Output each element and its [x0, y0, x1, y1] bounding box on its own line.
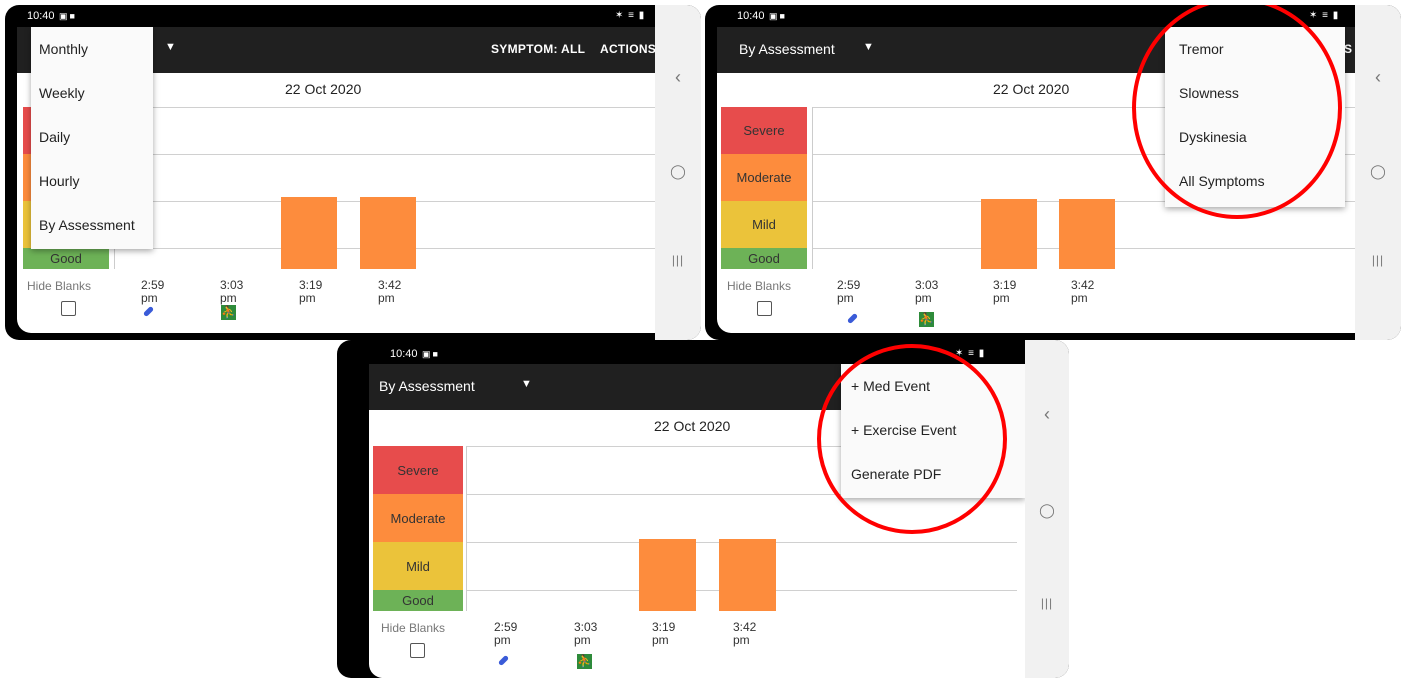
navigation-bar: ‹ ◯ |||: [655, 5, 701, 340]
legend-good: Good: [373, 590, 463, 611]
x-tick-label: 3:19 pm: [652, 620, 676, 647]
navigation-bar: ‹ ◯ |||: [1355, 5, 1401, 340]
x-tick-label: 2:59 pm: [494, 620, 518, 647]
view-selector[interactable]: By Assessment: [739, 41, 835, 57]
dropdown-caret-icon[interactable]: ▼: [521, 378, 532, 390]
menu-item-monthly[interactable]: Monthly: [31, 29, 153, 69]
back-icon[interactable]: ‹: [1025, 404, 1069, 425]
menu-item-weekly[interactable]: Weekly: [31, 73, 153, 113]
x-tick-label: 3:19 pm: [993, 278, 1017, 305]
dropdown-caret-icon[interactable]: ▼: [165, 41, 176, 53]
legend-mild: Mild: [721, 201, 807, 248]
home-icon[interactable]: ◯: [1355, 163, 1401, 180]
running-person-icon[interactable]: ⛹: [221, 305, 236, 320]
gridline: [115, 154, 656, 155]
x-tick-label: 3:03 pm: [574, 620, 598, 647]
legend-severe: Severe: [373, 446, 463, 494]
view-menu: Monthly Weekly Daily Hourly By Assessmen…: [31, 27, 153, 249]
annotation-circle: [817, 344, 1007, 534]
bar-3-19-pm[interactable]: [281, 197, 337, 269]
pill-icon[interactable]: [142, 305, 155, 318]
chart-area: [114, 107, 656, 269]
navigation-bar: ‹ ◯ |||: [1025, 340, 1069, 678]
menu-item-by-assessment[interactable]: By Assessment: [31, 205, 153, 245]
hide-blanks-checkbox[interactable]: [61, 301, 76, 316]
x-tick-label: 3:03 pm: [220, 278, 244, 305]
x-tick-label: 3:42 pm: [378, 278, 402, 305]
legend-mild: Mild: [373, 542, 463, 590]
legend-good: Good: [23, 248, 109, 269]
x-tick-label: 3:03 pm: [915, 278, 939, 305]
date-header: 22 Oct 2020: [654, 418, 731, 434]
legend-moderate: Moderate: [721, 154, 807, 201]
x-tick-label: 3:42 pm: [1071, 278, 1095, 305]
view-selector[interactable]: By Assessment: [379, 378, 475, 394]
severity-legend: Severe Moderate Mild Good: [721, 107, 807, 269]
legend-moderate: Moderate: [373, 494, 463, 542]
hide-blanks-checkbox[interactable]: [410, 643, 425, 658]
date-header: 22 Oct 2020: [993, 81, 1070, 97]
hide-blanks-label: Hide Blanks: [727, 279, 792, 293]
hide-blanks-label: Hide Blanks: [381, 621, 446, 635]
bar-3-42-pm[interactable]: [719, 539, 776, 611]
recents-icon[interactable]: |||: [655, 253, 701, 267]
x-tick-label: 3:42 pm: [733, 620, 757, 647]
status-time: 10:40: [390, 348, 440, 360]
menu-item-daily[interactable]: Daily: [31, 117, 153, 157]
recents-icon[interactable]: |||: [1355, 253, 1401, 267]
dropdown-caret-icon[interactable]: ▼: [863, 41, 874, 53]
severity-legend: Severe Moderate Mild Good: [373, 446, 463, 611]
actions-button-partial[interactable]: S: [1344, 42, 1352, 56]
legend-severe: Severe: [721, 107, 807, 154]
pill-icon[interactable]: [497, 654, 510, 667]
date-header: 22 Oct 2020: [285, 81, 362, 97]
screenshot-panel-actions-menu: 10:40 ✶ ≡ ▮ By Assessment ▼ 22 Oct 2020 …: [337, 340, 1069, 678]
back-icon[interactable]: ‹: [1355, 67, 1401, 88]
annotation-circle: [1132, 5, 1342, 219]
running-person-icon[interactable]: ⛹: [577, 654, 592, 669]
legend-good: Good: [721, 248, 807, 269]
bar-3-19-pm[interactable]: [639, 539, 696, 611]
symptom-filter-button[interactable]: SYMPTOM: ALL: [491, 42, 585, 56]
running-person-icon[interactable]: ⛹: [919, 312, 934, 327]
menu-item-hourly[interactable]: Hourly: [31, 161, 153, 201]
status-time: 10:40: [27, 10, 77, 22]
back-icon[interactable]: ‹: [655, 67, 701, 88]
actions-button[interactable]: ACTIONS: [600, 42, 656, 56]
system-status-icons: ✶ ≡ ▮: [1309, 10, 1340, 21]
x-tick-label: 3:19 pm: [299, 278, 323, 305]
status-time: 10:40: [737, 10, 787, 22]
status-bar: 10:40 ✶ ≡ ▮: [5, 5, 701, 27]
x-tick-label: 2:59 pm: [837, 278, 861, 305]
bar-3-42-pm[interactable]: [360, 197, 416, 269]
home-icon[interactable]: ◯: [655, 163, 701, 180]
x-tick-label: 2:59 pm: [141, 278, 165, 305]
recents-icon[interactable]: |||: [1025, 596, 1069, 610]
hide-blanks-checkbox[interactable]: [757, 301, 772, 316]
hide-blanks-label: Hide Blanks: [27, 279, 92, 293]
screenshot-panel-symptom-menu: 10:40 ✶ ≡ ▮ By Assessment ▼ S 22 Oct 202…: [705, 5, 1401, 340]
pill-icon[interactable]: [846, 312, 859, 325]
bar-3-19-pm[interactable]: [981, 199, 1037, 269]
screenshot-panel-view-menu: 10:40 ✶ ≡ ▮ ▼ SYMPTOM: ALL ACTIONS 22 Oc…: [5, 5, 701, 340]
bar-3-42-pm[interactable]: [1059, 199, 1115, 269]
system-status-icons: ✶ ≡ ▮: [615, 10, 646, 21]
gridline: [115, 107, 656, 108]
home-icon[interactable]: ◯: [1025, 502, 1069, 519]
